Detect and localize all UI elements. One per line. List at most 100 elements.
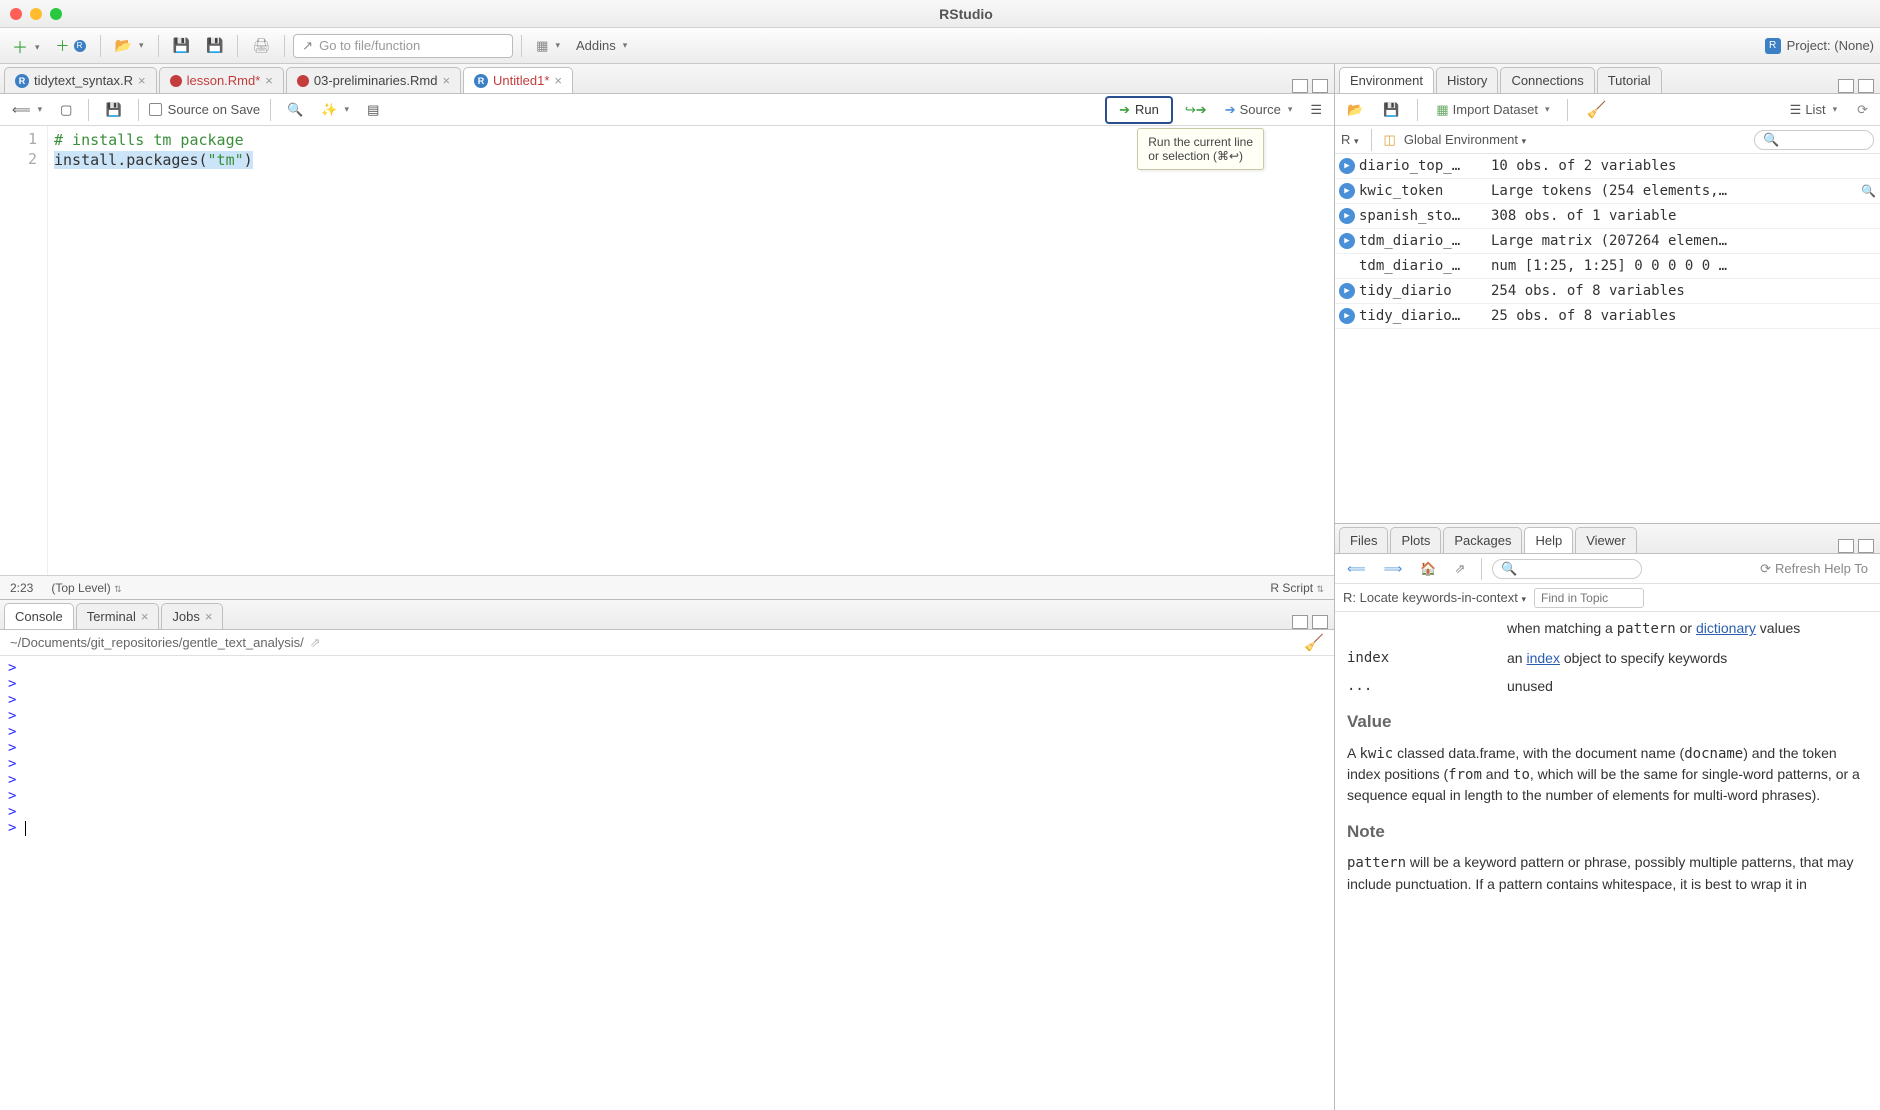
window-titlebar: RStudio (0, 0, 1880, 28)
help-popout-button[interactable]: ⇗ (1448, 558, 1471, 580)
refresh-help-button[interactable]: ⟳ Refresh Help To (1754, 558, 1874, 580)
help-tab[interactable]: Files (1339, 527, 1388, 553)
minimize-console-button[interactable] (1292, 615, 1308, 629)
env-row[interactable]: ▶tdm_diario_…Large matrix (207264 elemen… (1335, 229, 1880, 254)
environment-tab[interactable]: Tutorial (1597, 67, 1662, 93)
env-search-input[interactable]: 🔍 (1754, 130, 1874, 150)
grid-tools-button[interactable]: ▦ (530, 35, 566, 57)
source-tab[interactable]: RUntitled1*× (463, 67, 573, 93)
file-type-selector[interactable]: R Script ⇅ (1270, 581, 1324, 595)
expand-icon[interactable]: ▶ (1339, 183, 1355, 199)
goto-file-input[interactable]: ↗ Go to file/function (293, 34, 513, 58)
source-on-save-checkbox[interactable] (149, 103, 162, 116)
help-tab[interactable]: Plots (1390, 527, 1441, 553)
save-workspace-button[interactable]: 💾 (1377, 99, 1405, 121)
expand-icon[interactable]: ▶ (1339, 158, 1355, 174)
env-var-name: spanish_sto… (1359, 208, 1491, 224)
maximize-env-button[interactable] (1858, 79, 1874, 93)
maximize-window-button[interactable] (50, 8, 62, 20)
open-file-button[interactable]: 📂 (109, 34, 150, 57)
minimize-env-button[interactable] (1838, 79, 1854, 93)
path-arrow-icon: ⇗ (310, 635, 321, 651)
maximize-help-button[interactable] (1858, 539, 1874, 553)
clear-console-button[interactable]: 🧹 (1304, 633, 1324, 653)
help-home-button[interactable]: 🏠 (1414, 558, 1442, 580)
help-breadcrumb[interactable]: R: Locate keywords-in-context ▾ (1343, 590, 1526, 605)
refresh-env-button[interactable]: ⟳ (1851, 99, 1874, 121)
rerun-button[interactable]: ↪➔ (1179, 99, 1213, 121)
help-tabbar: FilesPlotsPackagesHelpViewer (1335, 524, 1880, 554)
console-tab[interactable]: Terminal× (76, 603, 160, 629)
close-tab-button[interactable]: × (265, 73, 273, 88)
env-row[interactable]: ▶diario_top_…10 obs. of 2 variables (1335, 154, 1880, 179)
console-tab[interactable]: Console (4, 603, 74, 629)
source-tab[interactable]: 03-preliminaries.Rmd× (286, 67, 461, 93)
console-output[interactable]: > > > > > > > > > > > (0, 656, 1334, 1110)
minimize-help-button[interactable] (1838, 539, 1854, 553)
help-content[interactable]: when matching a pattern or dictionary va… (1335, 612, 1880, 1110)
maximize-pane-button[interactable] (1312, 79, 1328, 93)
env-row[interactable]: ▶tidy_diario…25 obs. of 8 variables (1335, 304, 1880, 329)
show-in-new-window-button[interactable]: ▢ (54, 99, 78, 121)
dictionary-link[interactable]: dictionary (1696, 620, 1756, 636)
clear-workspace-button[interactable]: 🧹 (1580, 97, 1612, 123)
find-in-topic-input[interactable] (1534, 588, 1644, 608)
view-mode-button[interactable]: ☰ List (1784, 99, 1843, 121)
close-window-button[interactable] (10, 8, 22, 20)
back-nav-button[interactable]: ⟸ (6, 99, 48, 121)
environment-tab[interactable]: History (1436, 67, 1498, 93)
close-tab-button[interactable]: × (141, 609, 149, 624)
outline-toggle-button[interactable]: ☰ (1304, 99, 1328, 121)
env-row[interactable]: ▶spanish_sto…308 obs. of 1 variable (1335, 204, 1880, 229)
expand-icon[interactable]: ▶ (1339, 283, 1355, 299)
console-path: ~/Documents/git_repositories/gentle_text… (0, 630, 1334, 656)
close-tab-button[interactable]: × (205, 609, 213, 624)
maximize-console-button[interactable] (1312, 615, 1328, 629)
outline-button[interactable]: ▤ (361, 99, 385, 121)
console-tabbar: ConsoleTerminal×Jobs× (0, 600, 1334, 630)
help-tab[interactable]: Packages (1443, 527, 1522, 553)
save-button[interactable]: 💾 (167, 34, 196, 57)
close-tab-button[interactable]: × (554, 73, 562, 88)
scope-selector[interactable]: (Top Level) ⇅ (51, 581, 121, 595)
env-row[interactable]: ▶tidy_diario254 obs. of 8 variables (1335, 279, 1880, 304)
env-row[interactable]: tdm_diario_…num [1:25, 1:25] 0 0 0 0 0 … (1335, 254, 1880, 279)
expand-icon[interactable]: ▶ (1339, 233, 1355, 249)
find-button[interactable]: 🔍 (281, 99, 309, 121)
minimize-window-button[interactable] (30, 8, 42, 20)
help-back-button[interactable]: ⟸ (1341, 558, 1372, 580)
code-editor[interactable]: 12 # installs tm packageinstall.packages… (0, 126, 1334, 575)
wand-button[interactable]: ✨ (315, 99, 355, 121)
index-link[interactable]: index (1526, 650, 1559, 666)
help-forward-button[interactable]: ⟹ (1378, 558, 1409, 580)
project-menu[interactable]: R Project: (None) (1765, 38, 1874, 54)
help-tab[interactable]: Help (1524, 527, 1573, 553)
save-all-button[interactable]: 💾 (200, 34, 229, 57)
new-file-button[interactable]: ＋ (6, 31, 46, 61)
value-heading: Value (1347, 710, 1868, 735)
save-file-button[interactable]: 💾 (99, 99, 127, 121)
minimize-pane-button[interactable] (1292, 79, 1308, 93)
expand-icon[interactable]: ▶ (1339, 308, 1355, 324)
close-tab-button[interactable]: × (138, 73, 146, 88)
source-button[interactable]: ➔ Source (1219, 99, 1299, 121)
import-dataset-button[interactable]: ▦ Import Dataset (1430, 99, 1555, 121)
print-button[interactable]: 🖨 (246, 34, 276, 57)
source-tab[interactable]: lesson.Rmd*× (159, 67, 284, 93)
source-tab[interactable]: Rtidytext_syntax.R× (4, 67, 157, 93)
run-button[interactable]: ➔ Run (1105, 96, 1173, 124)
load-workspace-button[interactable]: 📂 (1341, 99, 1369, 121)
help-search-input[interactable]: 🔍 (1492, 559, 1642, 579)
language-selector[interactable]: R ▾ (1341, 132, 1359, 147)
addins-button[interactable]: Addins (570, 35, 633, 56)
inspect-icon[interactable]: 🔍 (1861, 184, 1876, 198)
new-project-button[interactable]: ＋R (50, 33, 92, 59)
expand-icon[interactable]: ▶ (1339, 208, 1355, 224)
close-tab-button[interactable]: × (442, 73, 450, 88)
help-tab[interactable]: Viewer (1575, 527, 1637, 553)
environment-tab[interactable]: Connections (1500, 67, 1594, 93)
environment-tab[interactable]: Environment (1339, 67, 1434, 93)
env-scope-selector[interactable]: Global Environment ▾ (1404, 132, 1526, 147)
console-tab[interactable]: Jobs× (161, 603, 223, 629)
env-row[interactable]: ▶kwic_tokenLarge tokens (254 elements,…🔍 (1335, 179, 1880, 204)
